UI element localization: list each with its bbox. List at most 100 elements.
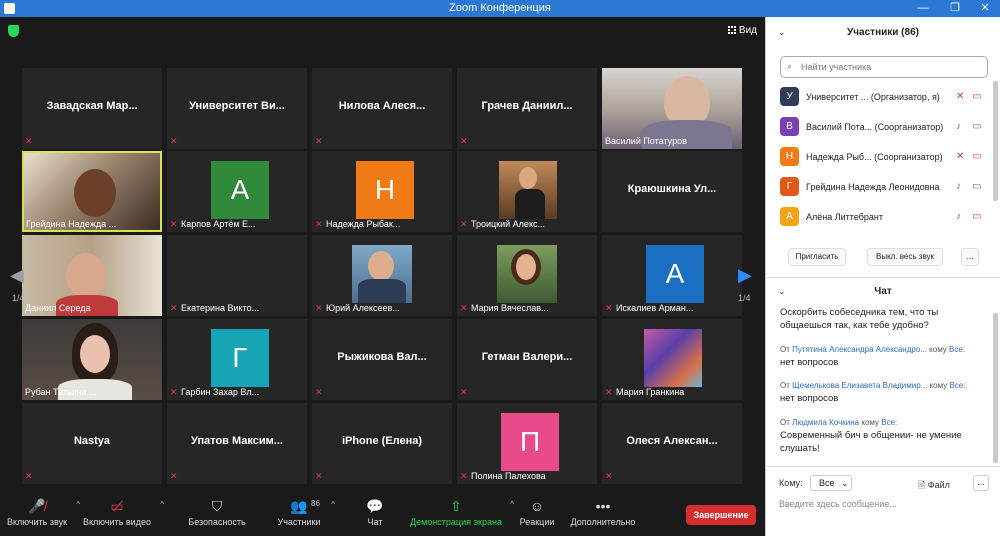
recipient[interactable]: Все: (881, 418, 897, 427)
video-icon[interactable]: ▭ (972, 181, 981, 192)
minimize-button[interactable]: — (908, 0, 938, 17)
participant-name: Екатерина Викто... (181, 303, 260, 313)
video-tile[interactable]: Упатов Максим... ✕ (167, 403, 307, 484)
prev-page-arrow-icon[interactable]: ◀ (10, 265, 24, 286)
video-tile[interactable]: Олеся Алексан... ✕ (602, 403, 742, 484)
video-tile[interactable]: А ✕ Карпов Артём Е... (167, 151, 307, 232)
video-tile[interactable]: ✕ Троицкий Алекс... (457, 151, 597, 232)
recipient[interactable]: Все: (949, 345, 965, 354)
video-tile[interactable]: iPhone (Елена) ✕ (312, 403, 452, 484)
encryption-shield-icon[interactable] (8, 25, 19, 37)
chevron-up-icon[interactable]: ^ (160, 500, 164, 509)
from-prefix: От (780, 418, 790, 427)
file-button[interactable]: 🗎 Файл (918, 478, 950, 494)
video-tile[interactable]: П ✕ Полина Палехова (457, 403, 597, 484)
video-tile[interactable]: Университет Ви... ✕ (167, 68, 307, 149)
participant-row[interactable]: А Алёна Литтебрант ♪ ▭ (780, 207, 990, 227)
share-screen-button[interactable]: ⇧ Демонстрация экрана ^ (410, 498, 514, 527)
participant-face (74, 169, 116, 217)
participants-scrollbar[interactable] (993, 81, 998, 201)
video-off-icon[interactable]: ▭ (972, 91, 981, 102)
video-tile[interactable]: ✕ Екатерина Викто... (167, 235, 307, 316)
muted-mic-icon: ✕ (170, 471, 178, 481)
chevron-up-icon[interactable]: ^ (510, 500, 514, 509)
reactions-button[interactable]: ☺ Реакции (519, 498, 555, 527)
participant-search-input[interactable]: ⌕ Найти участника (780, 56, 988, 78)
video-tile[interactable]: Василий Потатуров (602, 68, 742, 149)
sender-name[interactable]: Щемелькова Елизавета Владимир... (792, 381, 927, 390)
mic-icon[interactable]: ♪ (956, 121, 961, 132)
recipient-select[interactable]: Все ⌄ (810, 475, 852, 491)
participants-button[interactable]: 👥 Участники 86 ^ (275, 498, 336, 527)
participant-face (368, 251, 394, 281)
view-button[interactable]: Вид (727, 25, 757, 36)
file-label: Файл (927, 480, 950, 490)
video-off-icon[interactable]: ▭ (972, 211, 981, 222)
end-meeting-button[interactable]: Завершение (686, 505, 756, 525)
file-icon: 🗎 (918, 480, 926, 490)
video-tile[interactable]: Даниил Середа (22, 235, 162, 316)
mute-all-button[interactable]: Выкл. весь звук (867, 248, 943, 266)
avatar: А (780, 207, 799, 226)
share-screen-icon: ⇧ (450, 498, 462, 514)
participant-row[interactable]: Г Грейдина Надежда Леонидовна ♪ ▭ (780, 177, 990, 197)
video-tile[interactable]: Нилова Алеся... ✕ (312, 68, 452, 149)
chat-more-button[interactable]: ... (973, 475, 989, 491)
video-tile[interactable]: ✕ Юрий Алексеев... (312, 235, 452, 316)
video-tile[interactable]: А ✕ Искалиев Арман... (602, 235, 742, 316)
participants-count: 86 (311, 499, 320, 508)
participants-icon: 👥 (290, 498, 308, 514)
participants-more-button[interactable]: ... (961, 248, 979, 266)
invite-button[interactable]: Пригласить (788, 248, 846, 266)
chat-message-input[interactable]: Введите здесь сообщение... (779, 499, 897, 509)
video-tile[interactable]: Nastya ✕ (22, 403, 162, 484)
video-off-icon[interactable]: ▭ (972, 151, 981, 162)
maximize-button[interactable]: ❐ (940, 0, 970, 17)
video-tile[interactable]: Завадская Мар... ✕ (22, 68, 162, 149)
mic-icon[interactable]: ♪ (956, 181, 961, 192)
more-label: Дополнительно (570, 517, 636, 527)
muted-mic-icon[interactable]: ✕ (956, 151, 964, 162)
participant-row[interactable]: У Университет ... (Организатор, я) ✕ ▭ (780, 87, 990, 107)
sender-name[interactable]: Людмила Кочкина (792, 418, 859, 427)
participant-face (66, 253, 106, 299)
chevron-up-icon[interactable]: ^ (76, 500, 80, 509)
video-tile[interactable]: ✕ Мария Гранкина (602, 319, 742, 400)
participant-name: Надежда Рыб... (Соорганизатор) (806, 152, 943, 162)
message-sender: От Путятина Александра Александро... ком… (780, 343, 992, 356)
chevron-down-icon: ⌄ (841, 478, 849, 488)
unmute-button[interactable]: 🎤̸ Включить звук ^ (6, 498, 80, 527)
video-tile[interactable]: Краюшкина Ул... (602, 151, 742, 232)
muted-mic-icon: ✕ (460, 136, 468, 146)
video-tile[interactable]: ✕ Мария Вячеслав... (457, 235, 597, 316)
participant-name: Краюшкина Ул... (627, 183, 717, 195)
more-button[interactable]: ••• Дополнительно (570, 498, 636, 527)
video-tile[interactable]: Рубан Татьяна ... (22, 319, 162, 400)
video-tile[interactable]: Г ✕ Гарбин Захар Вл... (167, 319, 307, 400)
sender-name[interactable]: Путятина Александра Александро... (792, 345, 927, 354)
start-video-button[interactable]: ▭̸ Включить видео ^ (82, 498, 164, 527)
next-page-arrow-icon[interactable]: ▶ (738, 265, 752, 286)
muted-mic-icon: ✕ (315, 136, 323, 146)
chat-button[interactable]: 💬 Чат (364, 498, 386, 527)
security-button[interactable]: ⛉ Безопасность (188, 498, 246, 527)
chevron-up-icon[interactable]: ^ (331, 500, 335, 509)
message-text: Оскорбить собеседника тем, что ты общаеш… (780, 307, 939, 331)
video-tile[interactable]: Рыжикова Вал... ✕ (312, 319, 452, 400)
close-button[interactable]: ✕ (970, 0, 1000, 17)
participant-row[interactable]: В Василий Пота... (Соорганизатор) ♪ ▭ (780, 117, 990, 137)
chat-scrollbar[interactable] (993, 313, 998, 463)
video-tile[interactable]: Грачев Даниил... ✕ (457, 68, 597, 149)
divider (766, 277, 1000, 278)
muted-mic-icon[interactable]: ✕ (956, 91, 964, 102)
participant-row[interactable]: Н Надежда Рыб... (Соорганизатор) ✕ ▭ (780, 147, 990, 167)
mic-icon[interactable]: ♪ (956, 211, 961, 222)
recipient[interactable]: Все: (949, 381, 965, 390)
video-tile[interactable]: Грейдина Надежда ... (22, 151, 162, 232)
video-tile[interactable]: Н ✕ Надежда Рыбак... (312, 151, 452, 232)
video-icon[interactable]: ▭ (972, 121, 981, 132)
avatar: Н (780, 147, 799, 166)
chat-message: От Щемелькова Елизавета Владимир... кому… (780, 379, 992, 405)
video-tile[interactable]: Гетман Валери... ✕ (457, 319, 597, 400)
video-off-icon: ▭̸ (110, 498, 124, 514)
